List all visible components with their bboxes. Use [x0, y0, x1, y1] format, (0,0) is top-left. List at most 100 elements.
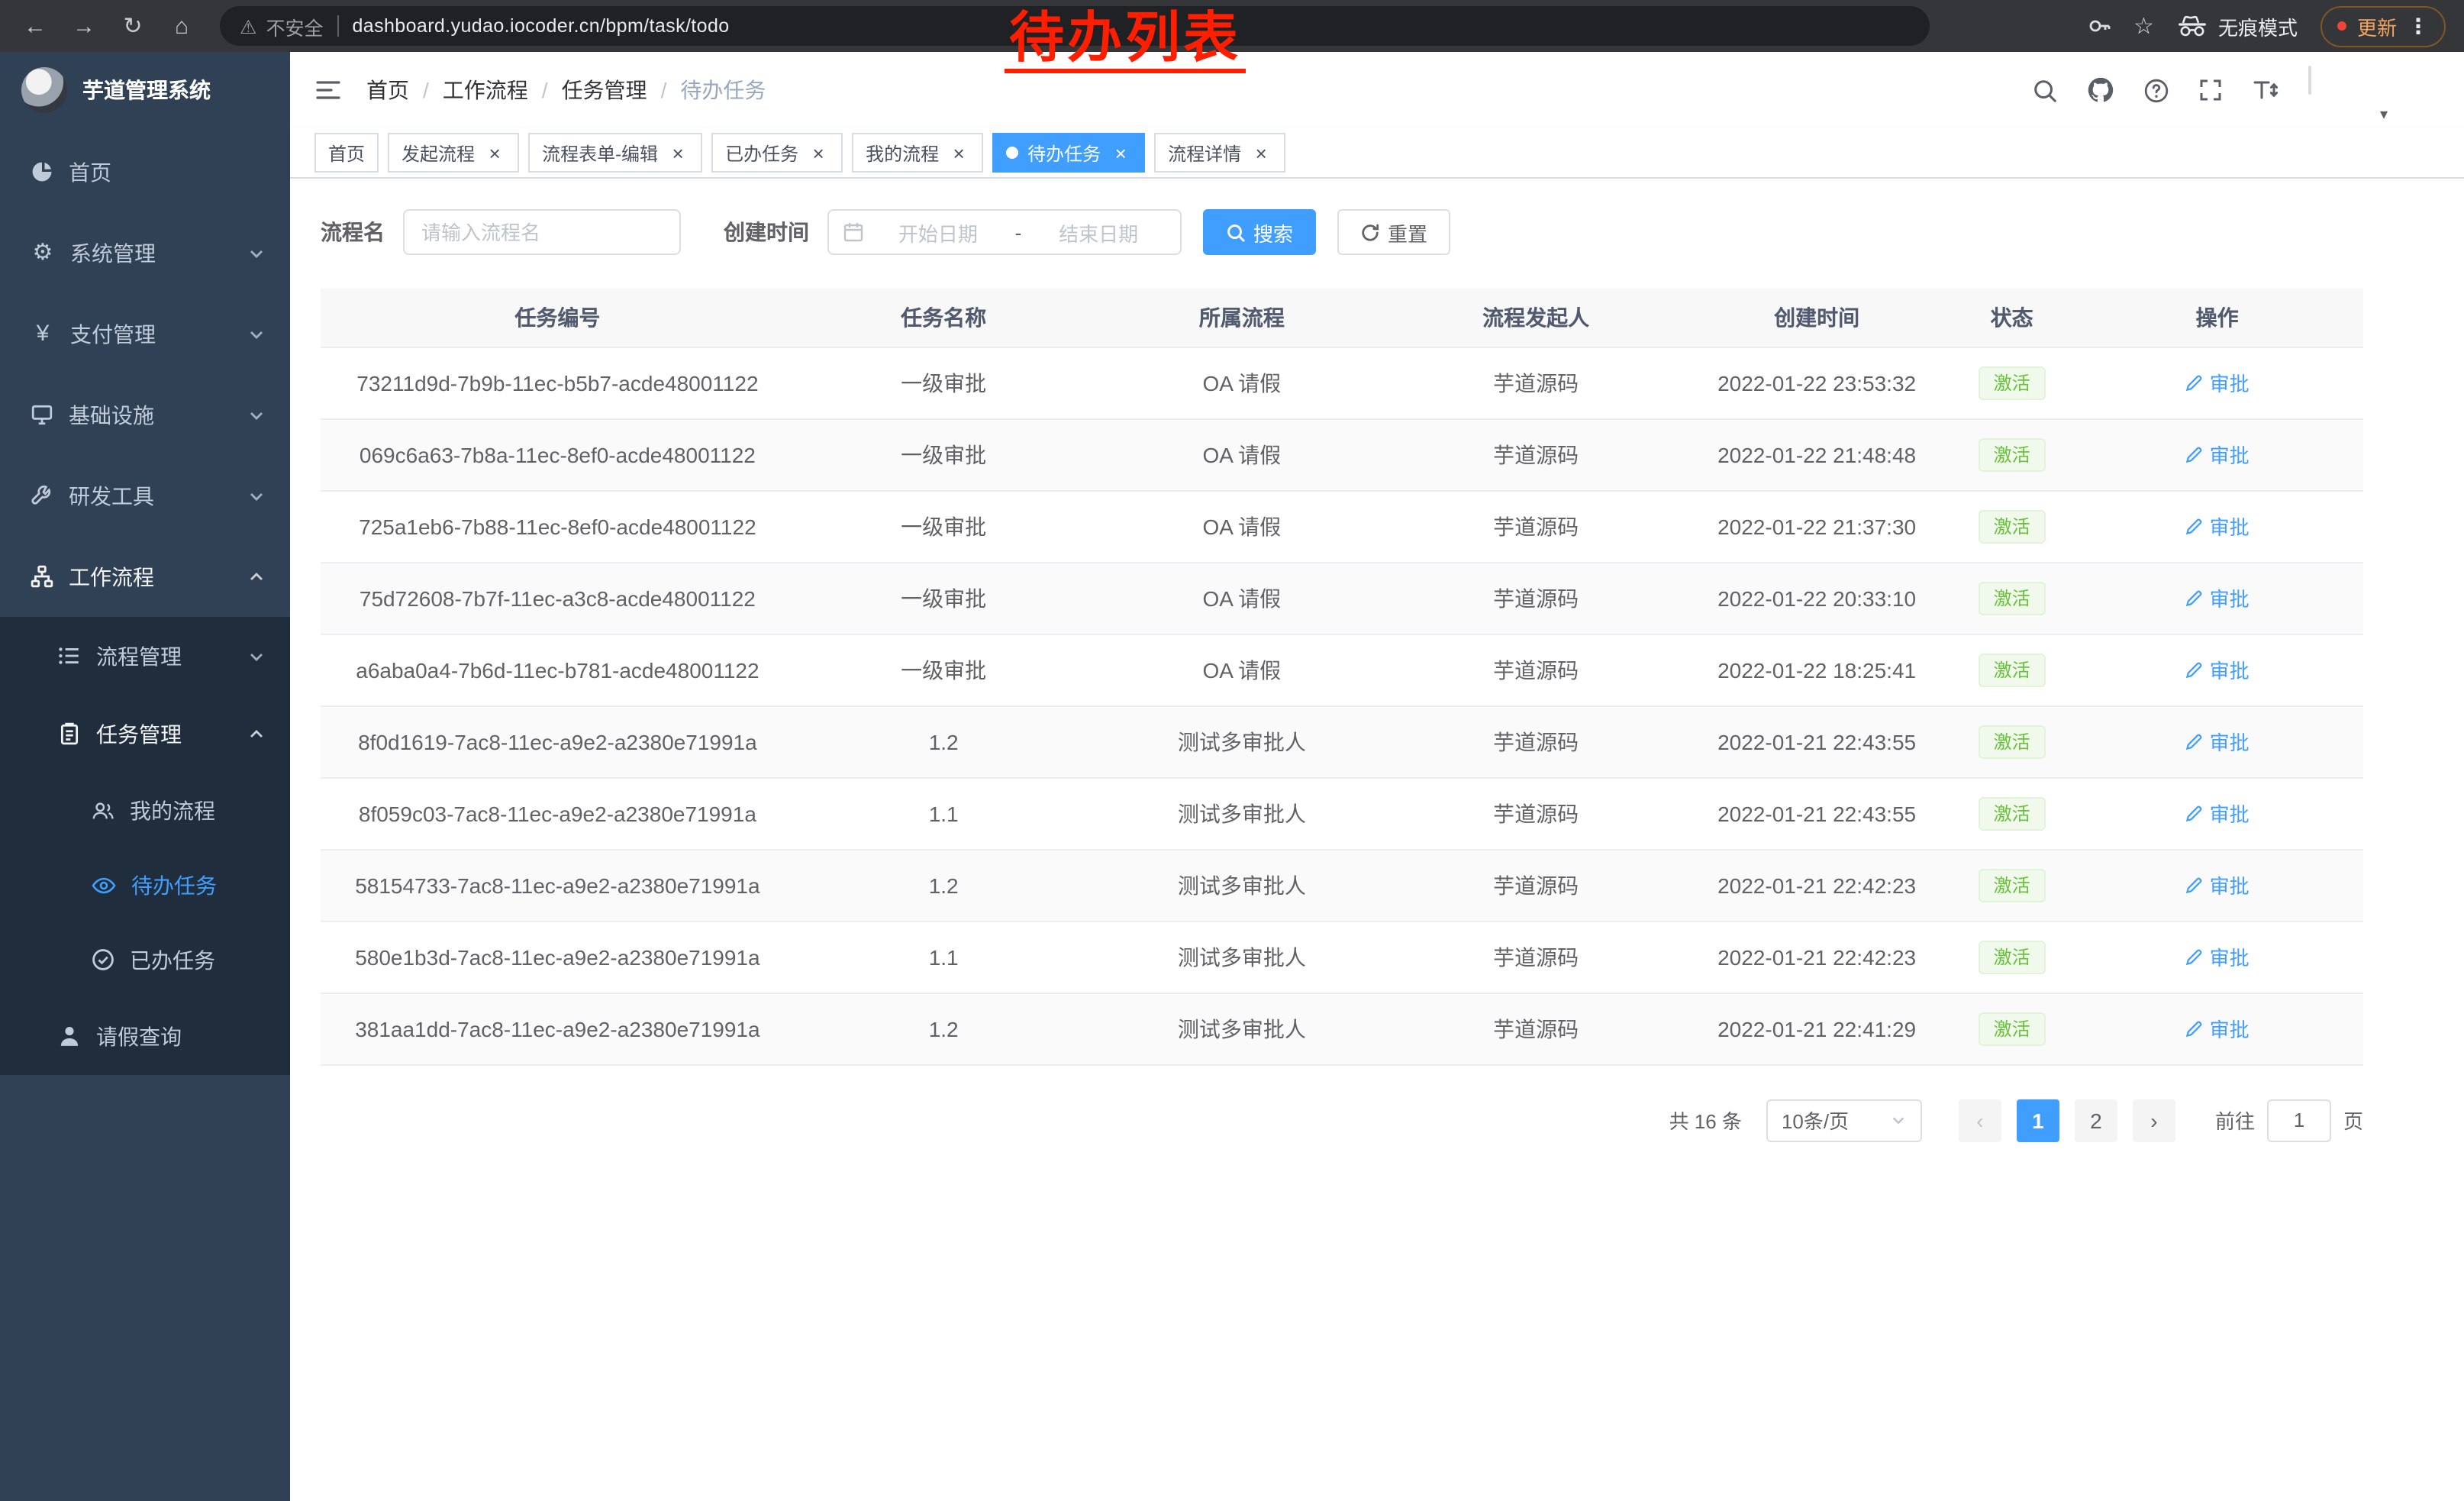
close-icon[interactable]: ×: [808, 142, 829, 163]
approve-link[interactable]: 审批: [2185, 583, 2250, 612]
update-button[interactable]: 更新 ⋮: [2320, 5, 2446, 47]
goto-page: 前往 页: [2215, 1099, 2363, 1141]
sidebar-item-label: 研发工具: [69, 480, 154, 511]
sidebar-item-dev-tools[interactable]: 研发工具: [0, 455, 290, 536]
close-icon[interactable]: ×: [484, 142, 505, 163]
approve-link[interactable]: 审批: [2185, 512, 2250, 541]
close-icon[interactable]: ×: [1250, 142, 1272, 163]
app-shell: 芋道管理系统 首页 ⚙ 系统管理 ¥ 支付管理: [0, 52, 2464, 1501]
tasks-table: 任务编号 任务名称 所属流程 流程发起人 创建时间 状态 操作: [321, 289, 2363, 1065]
chrome-right-controls: ☆ 无痕模式 更新 ⋮: [2086, 5, 2449, 47]
tab-process-detail[interactable]: 流程详情 ×: [1154, 133, 1285, 173]
cell-process: OA 请假: [1093, 562, 1392, 634]
cell-process: 测试多审批人: [1093, 849, 1392, 921]
column-header-task-name: 任务名称: [795, 289, 1093, 347]
edit-pen-icon: [2185, 517, 2204, 535]
caret-down-icon: ▾: [2380, 107, 2388, 124]
star-icon[interactable]: ☆: [2133, 12, 2154, 40]
sidebar-item-task-mgmt[interactable]: 任务管理: [0, 695, 290, 773]
approve-link[interactable]: 审批: [2185, 1014, 2250, 1043]
cell-created: 2022-01-21 22:42:23: [1681, 849, 1953, 921]
sidebar-item-process-mgmt[interactable]: 流程管理: [0, 617, 290, 695]
sidebar-item-todo-tasks[interactable]: 待办任务: [0, 847, 290, 922]
cell-initiator: 芋道源码: [1391, 705, 1681, 777]
approve-link[interactable]: 审批: [2185, 799, 2250, 828]
process-name-input[interactable]: [403, 209, 681, 255]
breadcrumb-home[interactable]: 首页: [366, 75, 409, 105]
approve-label: 审批: [2210, 512, 2250, 541]
reload-icon[interactable]: ↻: [113, 6, 153, 46]
page-2-button[interactable]: 2: [2075, 1099, 2117, 1141]
approve-link[interactable]: 审批: [2185, 870, 2250, 899]
sidebar-item-system-mgmt[interactable]: ⚙ 系统管理: [0, 212, 290, 293]
chevron-down-icon: [247, 244, 266, 262]
sidebar-item-workflow[interactable]: 工作流程: [0, 536, 290, 617]
reset-button[interactable]: 重置: [1337, 209, 1450, 255]
breadcrumb-workflow[interactable]: 工作流程: [443, 75, 528, 105]
home-icon[interactable]: ⌂: [162, 6, 202, 46]
status-badge: 激活: [1979, 581, 2046, 615]
github-icon[interactable]: [2087, 76, 2114, 104]
sidebar-item-payment-mgmt[interactable]: ¥ 支付管理: [0, 293, 290, 374]
font-size-icon[interactable]: [2252, 78, 2279, 102]
breadcrumb-task-mgmt[interactable]: 任务管理: [562, 75, 647, 105]
back-icon[interactable]: ←: [15, 6, 55, 46]
search-button[interactable]: 搜索: [1203, 209, 1316, 255]
cell-initiator: 芋道源码: [1391, 418, 1681, 490]
cell-actions: 审批: [2071, 993, 2363, 1064]
next-page-button[interactable]: ›: [2133, 1099, 2175, 1141]
close-icon[interactable]: ×: [1110, 142, 1131, 163]
tab-my-process[interactable]: 我的流程 ×: [852, 133, 983, 173]
cell-status: 激活: [1953, 562, 2071, 634]
cell-created: 2022-01-21 22:42:23: [1681, 921, 1953, 993]
sidebar-item-done-tasks[interactable]: 已办任务: [0, 922, 290, 997]
chevron-down-icon: [1890, 1112, 1907, 1128]
sidebar-item-label: 支付管理: [70, 318, 156, 349]
tab-todo-tasks[interactable]: 待办任务 ×: [992, 133, 1145, 173]
close-icon[interactable]: ×: [948, 142, 969, 163]
page-size-select[interactable]: 10条/页: [1766, 1099, 1922, 1141]
search-icon[interactable]: [2032, 77, 2058, 103]
gear-icon: ⚙: [31, 241, 55, 264]
fullscreen-icon[interactable]: [2198, 78, 2223, 102]
tab-process-form-edit[interactable]: 流程表单-编辑 ×: [528, 133, 702, 173]
sidebar-item-my-process[interactable]: 我的流程: [0, 773, 290, 847]
app-title: 芋道管理系统: [82, 75, 211, 105]
sidebar-toggle-button[interactable]: [290, 52, 366, 128]
sidebar-item-label: 待办任务: [131, 870, 217, 900]
cell-status: 激活: [1953, 705, 2071, 777]
close-icon[interactable]: ×: [667, 142, 689, 163]
sidebar-item-leave-query[interactable]: 请假查询: [0, 997, 290, 1075]
site-security[interactable]: ⚠ 不安全: [240, 11, 323, 40]
user-avatar[interactable]: ▾: [2308, 67, 2369, 113]
cell-process: 测试多审批人: [1093, 921, 1392, 993]
sidebar-item-infrastructure[interactable]: 基础设施: [0, 374, 290, 455]
cell-task-id: 58154733-7ac8-11ec-a9e2-a2380e71991a: [321, 849, 795, 921]
tab-initiate-process[interactable]: 发起流程 ×: [388, 133, 519, 173]
page-1-button[interactable]: 1: [2017, 1099, 2059, 1141]
help-icon[interactable]: [2143, 77, 2169, 103]
sidebar-item-home[interactable]: 首页: [0, 131, 290, 212]
sidebar-item-label: 任务管理: [96, 718, 182, 749]
tab-done-tasks[interactable]: 已办任务 ×: [711, 133, 843, 173]
cell-initiator: 芋道源码: [1391, 993, 1681, 1064]
prev-page-button[interactable]: ‹: [1959, 1099, 2001, 1141]
chevron-down-icon: [247, 405, 266, 424]
cell-task-name: 一级审批: [795, 562, 1093, 634]
kebab-menu-icon[interactable]: ⋮: [2408, 13, 2429, 39]
approve-link[interactable]: 审批: [2185, 942, 2250, 971]
date-range-picker[interactable]: 开始日期 - 结束日期: [827, 209, 1182, 255]
tab-home[interactable]: 首页: [314, 133, 379, 173]
forward-icon[interactable]: →: [64, 6, 104, 46]
approve-link[interactable]: 审批: [2185, 368, 2250, 397]
key-icon[interactable]: [2086, 14, 2111, 38]
cell-process: 测试多审批人: [1093, 777, 1392, 849]
end-date-placeholder: 结束日期: [1030, 218, 1166, 247]
app-logo[interactable]: 芋道管理系统: [0, 52, 290, 128]
approve-link[interactable]: 审批: [2185, 655, 2250, 684]
goto-page-input[interactable]: [2267, 1099, 2331, 1141]
status-badge: 激活: [1979, 725, 2046, 758]
approve-link[interactable]: 审批: [2185, 440, 2250, 469]
approve-link[interactable]: 审批: [2185, 727, 2250, 756]
annotation-todo-list: 待办列表: [1005, 9, 1246, 73]
